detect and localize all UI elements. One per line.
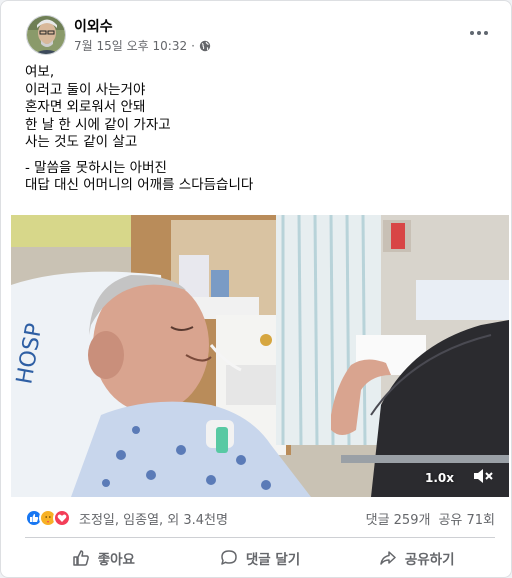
comments-count[interactable]: 댓글 259개 <box>366 509 431 528</box>
post-line: - 말씀을 못하시는 아버진 <box>25 159 167 176</box>
meta-separator: · <box>191 38 195 53</box>
comment-icon <box>221 550 237 565</box>
comment-label: 댓글 달기 <box>245 552 301 568</box>
playback-speed-button[interactable]: 1.0x <box>425 471 454 485</box>
author-name[interactable]: 이외수 <box>74 16 113 36</box>
share-button[interactable]: 공유하기 <box>338 541 495 575</box>
more-options-button[interactable] <box>467 21 491 45</box>
post-line: 혼자면 외로워서 안돼 <box>25 99 146 115</box>
post-actions: 좋아요 댓글 달기 공유하기 <box>25 541 495 575</box>
speaker-muted-icon[interactable] <box>471 465 495 487</box>
dot-icon <box>470 31 474 35</box>
reaction-icons[interactable] <box>25 509 71 527</box>
post-line: 한 날 한 시에 같이 가자고 <box>25 116 171 133</box>
divider <box>25 537 495 538</box>
share-icon <box>380 551 396 565</box>
avatar-image <box>27 16 65 54</box>
video-frame: HOSP <box>11 215 509 497</box>
reactors-text[interactable]: 조정일, 임종열, 외 3.4천명 <box>79 509 228 528</box>
post-line: 이러고 둘이 사는거야 <box>25 81 146 98</box>
post-meta: 7월 15일 오후 10:32 · <box>74 37 211 54</box>
love-icon <box>53 509 71 527</box>
post-card: 이외수 7월 15일 오후 10:32 · 여보, 이러고 둘이 사는거야 혼자… <box>0 0 512 578</box>
comment-button[interactable]: 댓글 달기 <box>182 541 339 575</box>
post-body: 여보, 이러고 둘이 사는거야 혼자면 외로워서 안돼 한 날 한 시에 같이 … <box>25 64 495 195</box>
share-label: 공유하기 <box>404 552 455 568</box>
like-label: 좋아요 <box>97 552 135 568</box>
post-line: 사는 것도 같이 살고 <box>25 134 138 150</box>
thumbs-up-icon <box>72 550 89 566</box>
post-line: 여보, <box>25 64 55 80</box>
author-avatar[interactable] <box>26 15 66 55</box>
like-button[interactable]: 좋아요 <box>25 541 182 575</box>
post-line: 대답 대신 어머니의 어깨를 스다듬습니다 <box>25 177 254 193</box>
post-video[interactable]: HOSP <box>11 215 509 497</box>
dot-icon <box>484 31 488 35</box>
shares-count[interactable]: 공유 71회 <box>438 509 495 528</box>
post-header: 이외수 7월 15일 오후 10:32 · <box>1 1 511 59</box>
post-timestamp[interactable]: 7월 15일 오후 10:32 <box>74 37 187 54</box>
reactions-bar: 조정일, 임종열, 외 3.4천명 댓글 259개 공유 71회 <box>25 507 495 529</box>
globe-icon[interactable] <box>199 40 211 52</box>
engagement-counts: 댓글 259개 공유 71회 <box>366 509 495 528</box>
dot-icon <box>477 31 481 35</box>
